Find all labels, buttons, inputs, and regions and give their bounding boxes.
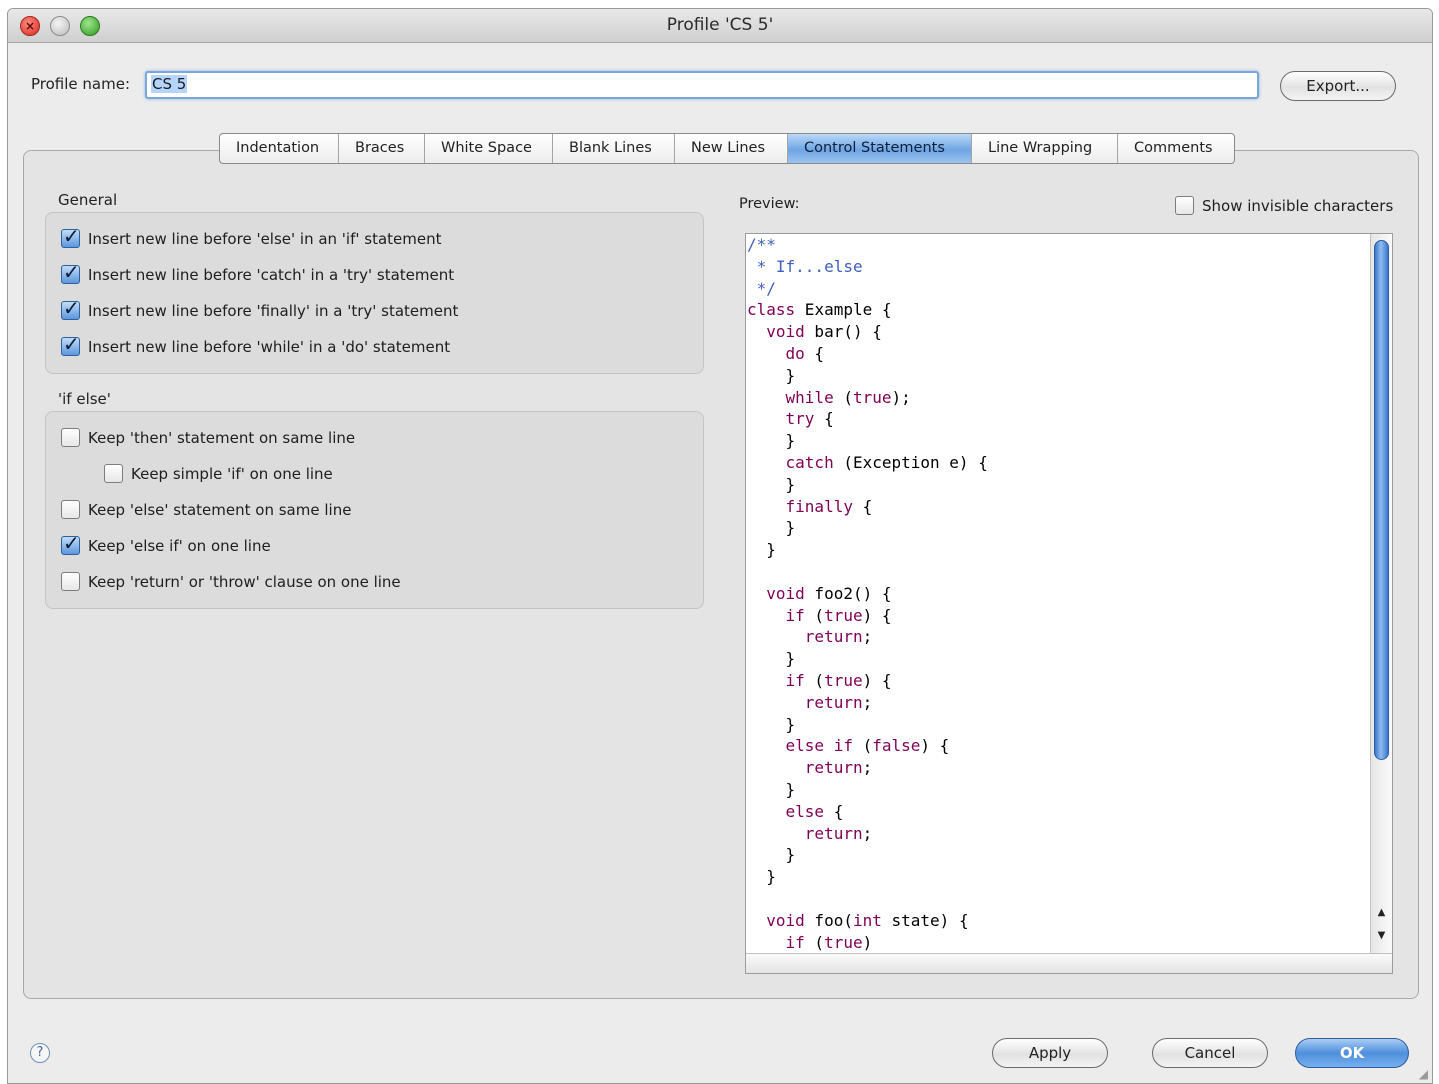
code-line: } (747, 365, 796, 385)
tab-bar: Indentation Braces White Space Blank Lin… (219, 133, 1235, 164)
scrollbar-thumb[interactable] (1374, 240, 1389, 760)
tab-white-space[interactable]: White Space (425, 134, 553, 163)
code-line: class Example { (747, 300, 892, 320)
code-line: /** (747, 235, 776, 254)
code-line: try { (785, 409, 834, 429)
code-line: while (true); (785, 387, 911, 407)
tab-indentation[interactable]: Indentation (220, 134, 339, 163)
check-icon: ✓ (63, 260, 80, 284)
code-line: catch (Exception e) { (785, 452, 988, 472)
scroll-up-arrow-icon[interactable]: ▲ (1373, 904, 1390, 921)
scroll-down-arrow-icon[interactable]: ▼ (1373, 927, 1390, 944)
vertical-scrollbar[interactable]: ▲ ▼ (1370, 234, 1392, 954)
code-preview[interactable]: /** * If...else */class Example { void b… (745, 233, 1393, 974)
profile-name-label: Profile name: (31, 75, 131, 93)
profile-dialog: × Profile 'CS 5' Profile name: CS 5 Expo… (7, 8, 1433, 1084)
check-icon: ✓ (63, 332, 80, 356)
show-invisible-label: Show invisible characters (1202, 197, 1394, 215)
code-line: } (747, 649, 796, 669)
ok-button[interactable]: OK (1295, 1038, 1409, 1068)
option-label: Keep 'return' or 'throw' clause on one l… (88, 573, 401, 591)
code-line: } (747, 714, 796, 734)
checkbox[interactable]: ✓ (61, 333, 80, 356)
checkbox[interactable] (1175, 196, 1194, 215)
option-label: Insert new line before 'else' in an 'if'… (88, 230, 442, 248)
code-line: return; (804, 627, 873, 647)
checkbox[interactable] (61, 428, 80, 447)
code-line: void foo(int state) { (766, 910, 969, 930)
checkbox[interactable] (61, 500, 80, 519)
checkbox[interactable]: ✓ (61, 261, 80, 284)
code-line: void foo2() { (766, 583, 892, 603)
code-line: } (747, 867, 776, 887)
tab-braces[interactable]: Braces (339, 134, 425, 163)
code-line: if (true) { (785, 605, 892, 625)
tab-comments[interactable]: Comments (1118, 134, 1234, 163)
check-icon: ✓ (63, 296, 80, 320)
code-line: } (747, 540, 776, 560)
tab-new-lines[interactable]: New Lines (675, 134, 788, 163)
code-line: finally { (785, 496, 873, 516)
general-section-title: General (58, 191, 118, 209)
code-line: else if (false) { (785, 736, 950, 756)
help-icon[interactable]: ? (30, 1043, 50, 1063)
code-line: return; (804, 823, 873, 843)
checkbox[interactable] (61, 572, 80, 591)
code-line: do { (785, 343, 825, 363)
apply-button[interactable]: Apply (992, 1038, 1108, 1068)
window-title: Profile 'CS 5' (666, 15, 774, 35)
ifelse-section-title: 'if else' (58, 390, 111, 408)
profile-name-input[interactable]: CS 5 (145, 71, 1259, 99)
code-line: } (747, 431, 796, 451)
option-label: Insert new line before 'while' in a 'do'… (88, 338, 451, 356)
option-label: Keep 'else if' on one line (88, 537, 271, 555)
code-line: else { (785, 801, 844, 821)
tab-control-statements[interactable]: Control Statements (788, 134, 972, 163)
code-line: if (true) (785, 932, 873, 952)
code-line: } (747, 474, 796, 494)
code-text: /** * If...else */class Example { void b… (746, 234, 1366, 954)
cancel-button[interactable]: Cancel (1152, 1038, 1268, 1068)
option-label: Keep simple 'if' on one line (131, 465, 333, 483)
code-line: } (747, 518, 796, 538)
checkbox[interactable]: ✓ (61, 532, 80, 555)
check-icon: ✓ (63, 224, 80, 248)
code-line: */ (747, 278, 776, 298)
resize-grip-icon[interactable]: ◢ (1419, 1067, 1428, 1081)
option-label: Keep 'then' statement on same line (88, 429, 356, 447)
checkbox[interactable]: ✓ (61, 297, 80, 320)
horizontal-scrollbar[interactable] (746, 953, 1392, 973)
export-button[interactable]: Export... (1280, 71, 1396, 101)
option-label: Insert new line before 'catch' in a 'try… (88, 266, 455, 284)
tab-line-wrapping[interactable]: Line Wrapping (972, 134, 1118, 163)
code-line: } (747, 845, 796, 865)
checkbox[interactable] (104, 464, 123, 483)
code-line: * If...else (747, 256, 863, 276)
preview-label: Preview: (739, 196, 800, 212)
option-label: Insert new line before 'finally' in a 't… (88, 302, 459, 320)
option-label: Keep 'else' statement on same line (88, 501, 352, 519)
profile-name-value: CS 5 (151, 75, 188, 93)
check-icon: ✓ (63, 531, 80, 555)
code-line: void bar() { (766, 322, 882, 342)
checkbox[interactable]: ✓ (61, 225, 80, 248)
tab-blank-lines[interactable]: Blank Lines (553, 134, 675, 163)
code-line: return; (804, 758, 873, 778)
title-bar[interactable]: × Profile 'CS 5' (8, 9, 1432, 43)
code-line: return; (804, 692, 873, 712)
code-line: if (true) { (785, 670, 892, 690)
code-line: } (747, 779, 796, 799)
